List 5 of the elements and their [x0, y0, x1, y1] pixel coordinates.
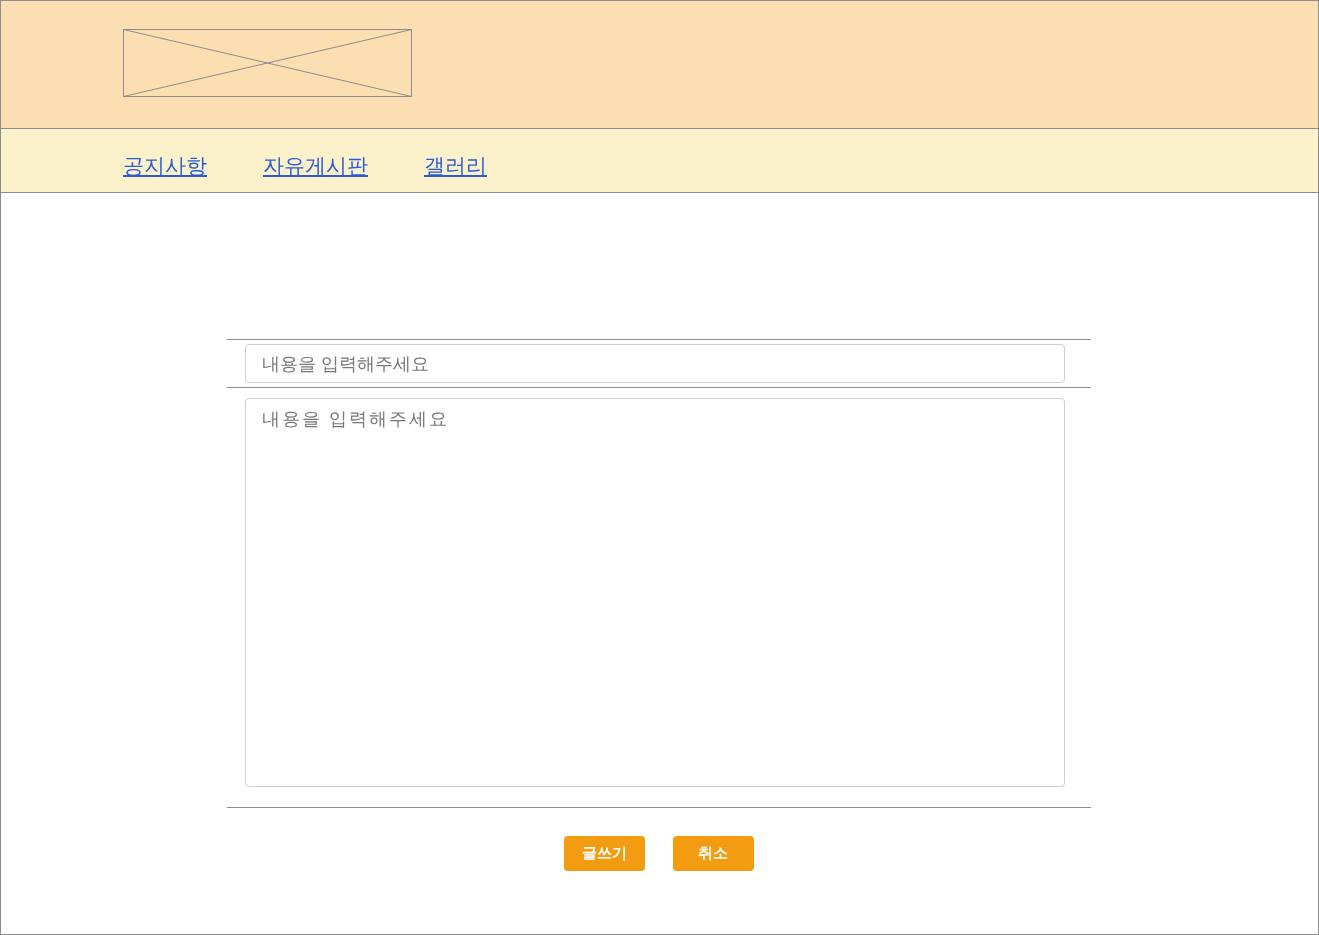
nav-link[interactable]: 자유게시판	[263, 151, 368, 180]
title-input[interactable]: 내용을 입력해주세요	[244, 344, 1065, 383]
content-textarea[interactable]: 내용을 입력해주세요	[244, 398, 1065, 787]
nav-link[interactable]: 공지사항	[123, 151, 207, 180]
nav-link[interactable]: 갤러리	[424, 151, 487, 180]
